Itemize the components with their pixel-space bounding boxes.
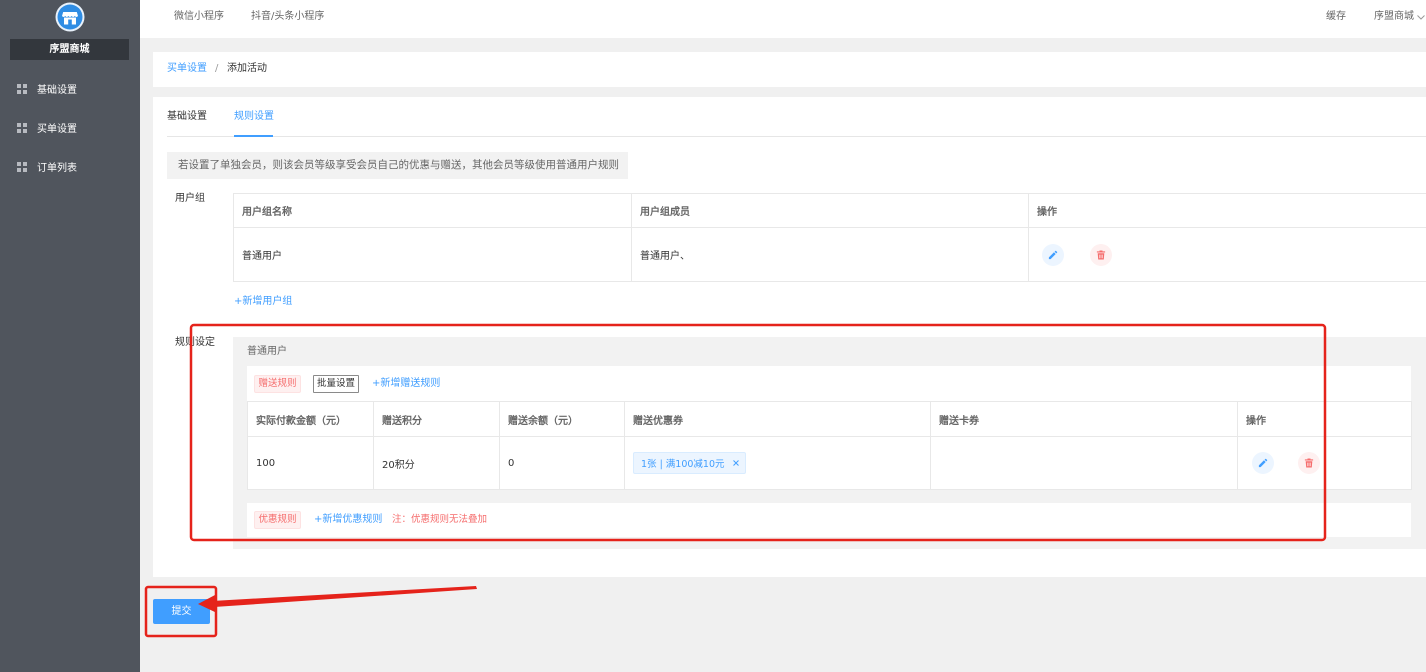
- column-header-group-name: 用户组名称: [233, 193, 632, 228]
- table-header-row: 用户组名称 用户组成员 操作: [233, 193, 1426, 228]
- brand-name: 序盟商城: [10, 39, 129, 60]
- discount-rules-card: 优惠规则 +新增优惠规则 注：优惠规则无法叠加: [247, 503, 1411, 537]
- actions-cell: [1028, 227, 1426, 282]
- column-header-paid-amount: 实际付款金额（元）: [247, 401, 374, 437]
- sidebar-item-checkout-settings[interactable]: 买单设置: [0, 108, 140, 147]
- add-gift-rule-link[interactable]: +新增赠送规则: [372, 375, 440, 393]
- annotation-arrow: [198, 586, 477, 613]
- table-header-row: 实际付款金额（元） 赠送积分 赠送余额（元） 赠送优惠券 赠送卡券 操作: [247, 401, 1412, 437]
- sidebar-item-basic-settings[interactable]: 基础设置: [0, 69, 140, 108]
- table-row: 100 20积分 0 1张 | 满100减10元: [247, 436, 1412, 490]
- submit-button[interactable]: 提交: [153, 599, 210, 624]
- column-header-actions: 操作: [1028, 193, 1426, 228]
- grid-icon: [17, 122, 27, 133]
- actions-cell: [1237, 436, 1412, 490]
- rule-group-name: 普通用户: [247, 346, 287, 357]
- column-header-gift-balance: 赠送余额（元）: [499, 401, 625, 437]
- breadcrumb-parent-link[interactable]: 买单设置: [167, 52, 207, 86]
- add-discount-rule-link[interactable]: +新增优惠规则: [314, 511, 382, 529]
- user-group-table: 用户组名称 用户组成员 操作 普通用户 普通用户、: [233, 193, 1426, 282]
- tab-basic-settings[interactable]: 基础设置: [167, 105, 207, 129]
- coupon-tag-label: 1张 | 满100减10元: [641, 459, 725, 470]
- add-user-group-link[interactable]: +新增用户组: [234, 294, 292, 310]
- active-tab-indicator: [234, 135, 273, 137]
- sidebar-item-order-list[interactable]: 订单列表: [0, 147, 140, 186]
- column-header-gift-coupons: 赠送优惠券: [624, 401, 931, 437]
- user-group-label: 用户组: [175, 193, 205, 204]
- gift-balance-cell: 0: [499, 436, 625, 490]
- tab-rule-settings[interactable]: 规则设置: [234, 105, 274, 129]
- nav-douyin-miniprogram[interactable]: 抖音/头条小程序: [251, 0, 324, 34]
- sidebar-item-label: 买单设置: [37, 124, 77, 135]
- close-icon[interactable]: [732, 460, 739, 466]
- store-logo-icon: [55, 2, 85, 32]
- sidebar: 序盟商城 基础设置 买单设置 订单列表: [0, 0, 140, 672]
- column-header-group-members: 用户组成员: [631, 193, 1029, 228]
- sidebar-item-label: 订单列表: [37, 163, 77, 174]
- edit-icon[interactable]: [1252, 452, 1274, 474]
- gift-points-cell: 20积分: [373, 436, 500, 490]
- sidebar-item-label: 基础设置: [37, 85, 77, 96]
- rules-label: 规则设定: [175, 337, 215, 348]
- breadcrumb: 买单设置 / 添加活动: [153, 52, 1426, 87]
- notice-banner: 若设置了单独会员，则该会员等级享受会员自己的优惠与赠送，其他会员等级使用普通用户…: [167, 152, 628, 179]
- table-row: 普通用户 普通用户、: [233, 227, 1426, 282]
- grid-icon: [17, 83, 27, 94]
- edit-icon[interactable]: [1042, 243, 1064, 266]
- app-root: 序盟商城 基础设置 买单设置 订单列表 微信小程序 抖音/头条小程序 缓存 序盟…: [0, 0, 1426, 672]
- grid-icon: [17, 161, 27, 172]
- column-header-gift-points: 赠送积分: [373, 401, 500, 437]
- gift-rules-table: 实际付款金额（元） 赠送积分 赠送余额（元） 赠送优惠券 赠送卡券 操作 100…: [247, 401, 1412, 490]
- breadcrumb-current: 添加活动: [227, 63, 267, 74]
- gift-coupons-cell: 1张 | 满100减10元: [624, 436, 931, 490]
- nav-wechat-miniprogram[interactable]: 微信小程序: [174, 0, 224, 34]
- breadcrumb-separator: /: [215, 63, 219, 74]
- account-menu[interactable]: 序盟商城: [1374, 0, 1414, 34]
- delete-icon[interactable]: [1090, 243, 1113, 266]
- main-card: 基础设置 规则设置 若设置了单独会员，则该会员等级享受会员自己的优惠与赠送，其他…: [153, 97, 1426, 577]
- group-name-cell: 普通用户: [233, 227, 632, 282]
- top-bar: 微信小程序 抖音/头条小程序 缓存 序盟商城: [140, 0, 1426, 38]
- gift-rules-card: 赠送规则 批量设置 +新增赠送规则 实际付款金额（元） 赠送积分 赠送余额（元）…: [247, 366, 1412, 490]
- coupon-tag: 1张 | 满100减10元: [633, 452, 746, 474]
- cache-button[interactable]: 缓存: [1326, 0, 1346, 34]
- batch-settings-button[interactable]: 批量设置: [313, 375, 359, 393]
- column-header-actions: 操作: [1237, 401, 1412, 437]
- chevron-down-icon[interactable]: [1417, 15, 1425, 20]
- rules-panel: 普通用户 赠送规则 批量设置 +新增赠送规则 实际付款金额（元） 赠送积分 赠送…: [233, 337, 1426, 549]
- tab-divider: [167, 136, 1426, 137]
- gift-cards-cell: [930, 436, 1238, 490]
- paid-amount-cell: 100: [247, 436, 374, 490]
- gift-rules-tag: 赠送规则: [254, 375, 301, 393]
- delete-icon[interactable]: [1298, 452, 1321, 474]
- discount-rules-note: 注：优惠规则无法叠加: [392, 514, 488, 525]
- group-members-cell: 普通用户、: [631, 227, 1029, 282]
- column-header-gift-cards: 赠送卡券: [930, 401, 1238, 437]
- discount-rules-tag: 优惠规则: [254, 511, 301, 529]
